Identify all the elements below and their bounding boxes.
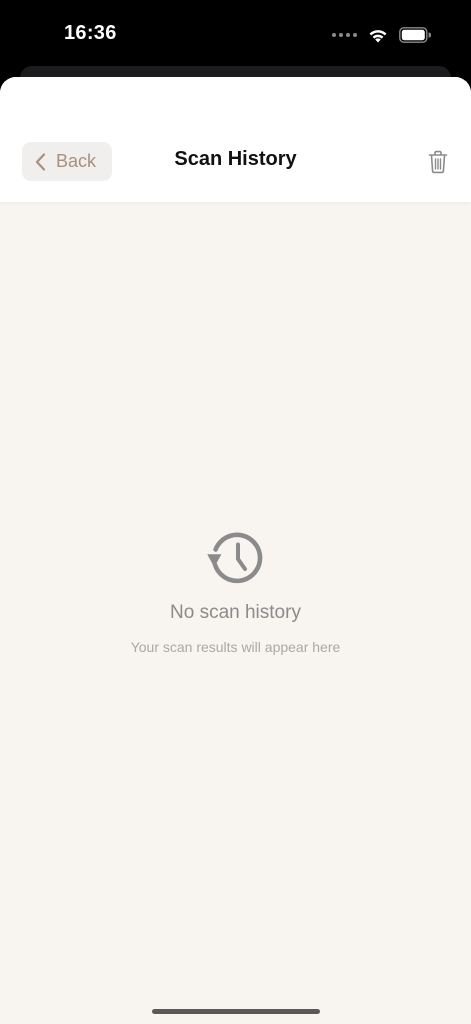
scan-history-sheet: Back Scan History No scan history Your s… (0, 77, 471, 1024)
empty-state: No scan history Your scan results will a… (0, 527, 471, 655)
back-button[interactable]: Back (22, 142, 112, 181)
back-button-label: Back (56, 151, 97, 171)
battery-icon (399, 27, 431, 43)
clear-history-button[interactable] (425, 148, 451, 176)
chevron-left-icon (35, 152, 46, 171)
empty-state-subtitle: Your scan results will appear here (130, 639, 341, 655)
cellular-signal-icon (332, 33, 357, 37)
status-icons (332, 24, 431, 46)
empty-state-title: No scan history (170, 602, 301, 623)
status-bar: 16:36 (0, 0, 471, 70)
trash-icon (428, 150, 448, 174)
home-indicator (152, 1009, 320, 1014)
status-time: 16:36 (64, 22, 117, 44)
navigation-bar: Back Scan History (0, 77, 471, 202)
wifi-icon (369, 29, 387, 42)
history-icon (206, 532, 262, 584)
